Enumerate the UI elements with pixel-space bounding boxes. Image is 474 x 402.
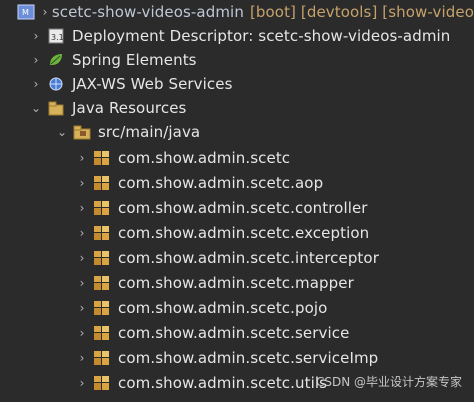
package-label: com.show.admin.scetc.exception bbox=[118, 224, 370, 242]
package-item[interactable]: › com.show.admin.scetc.aop bbox=[0, 171, 474, 195]
package-icon bbox=[92, 299, 112, 317]
package-label: com.show.admin.scetc.service bbox=[118, 324, 350, 342]
expand-toggle[interactable]: ⌄ bbox=[56, 125, 68, 139]
svg-text:3.1: 3.1 bbox=[51, 33, 64, 42]
package-icon bbox=[92, 199, 112, 217]
package-icon bbox=[92, 224, 112, 242]
collapse-toggle[interactable]: › bbox=[76, 276, 88, 290]
expand-toggle[interactable]: › bbox=[42, 5, 48, 19]
package-item[interactable]: › com.show.admin.scetc bbox=[0, 146, 474, 170]
deployment-descriptor-icon: 3.1 bbox=[46, 27, 66, 45]
tree-label: JAX-WS Web Services bbox=[72, 75, 233, 93]
collapse-toggle[interactable]: › bbox=[76, 326, 88, 340]
package-label: com.show.admin.scetc bbox=[118, 149, 291, 167]
tree-label: Spring Elements bbox=[72, 51, 197, 69]
package-icon bbox=[92, 249, 112, 267]
collapse-toggle[interactable]: › bbox=[76, 351, 88, 365]
tree-item-deployment-descriptor[interactable]: › 3.1 Deployment Descriptor: scetc-show-… bbox=[0, 24, 474, 48]
package-icon bbox=[92, 149, 112, 167]
package-icon bbox=[92, 274, 112, 292]
package-label: com.show.admin.scetc.controller bbox=[118, 199, 368, 217]
package-label: com.show.admin.scetc.mapper bbox=[118, 274, 354, 292]
expand-toggle[interactable]: ⌄ bbox=[30, 101, 42, 115]
project-explorer-tree: M › scetc-show-videos-admin [boot] [devt… bbox=[0, 0, 474, 402]
tree-item-project[interactable]: M › scetc-show-videos-admin [boot] [devt… bbox=[0, 0, 474, 24]
svg-text:M: M bbox=[22, 8, 29, 17]
package-icon bbox=[92, 174, 112, 192]
package-item[interactable]: › com.show.admin.scetc.serviceImp bbox=[0, 346, 474, 370]
project-name: scetc-show-videos-admin bbox=[51, 3, 244, 21]
collapse-toggle[interactable]: › bbox=[76, 226, 88, 240]
collapse-toggle[interactable]: › bbox=[30, 29, 42, 43]
web-services-icon bbox=[46, 75, 66, 93]
package-label: com.show.admin.scetc.pojo bbox=[118, 299, 328, 317]
spring-leaf-icon bbox=[46, 51, 66, 69]
collapse-toggle[interactable]: › bbox=[76, 376, 88, 390]
package-item[interactable]: › com.show.admin.scetc.pojo bbox=[0, 296, 474, 320]
package-item[interactable]: › com.show.admin.scetc.service bbox=[0, 321, 474, 345]
project-icon: M bbox=[16, 3, 36, 21]
tree-label: Java Resources bbox=[72, 99, 187, 117]
tree-item-java-resources[interactable]: ⌄ Java Resources bbox=[0, 96, 474, 120]
project-decorations: [boot] [devtools] [show-video bbox=[249, 3, 474, 21]
source-folder-icon bbox=[72, 123, 92, 141]
package-item[interactable]: › com.show.admin.scetc.interceptor bbox=[0, 246, 474, 270]
collapse-toggle[interactable]: › bbox=[30, 53, 42, 67]
package-icon bbox=[92, 349, 112, 367]
collapse-toggle[interactable]: › bbox=[30, 77, 42, 91]
watermark: CSDN @毕业设计方案专家 bbox=[315, 375, 462, 389]
package-label: com.show.admin.scetc.utils bbox=[118, 374, 328, 392]
package-label: com.show.admin.scetc.aop bbox=[118, 174, 324, 192]
package-icon bbox=[92, 324, 112, 342]
package-item[interactable]: › com.show.admin.scetc.exception bbox=[0, 221, 474, 245]
collapse-toggle[interactable]: › bbox=[76, 251, 88, 265]
java-resources-icon bbox=[46, 99, 66, 117]
package-item[interactable]: › com.show.admin.scetc.controller bbox=[0, 196, 474, 220]
package-label: com.show.admin.scetc.interceptor bbox=[118, 249, 379, 267]
tree-label: Deployment Descriptor: scetc-show-videos… bbox=[72, 27, 451, 45]
tree-item-src-main-java[interactable]: ⌄ src/main/java bbox=[0, 120, 474, 144]
collapse-toggle[interactable]: › bbox=[76, 176, 88, 190]
package-icon bbox=[92, 374, 112, 392]
package-item[interactable]: › com.show.admin.scetc.mapper bbox=[0, 271, 474, 295]
package-label: com.show.admin.scetc.serviceImp bbox=[118, 349, 379, 367]
collapse-toggle[interactable]: › bbox=[76, 201, 88, 215]
collapse-toggle[interactable]: › bbox=[76, 151, 88, 165]
tree-item-jaxws[interactable]: › JAX-WS Web Services bbox=[0, 72, 474, 96]
tree-item-spring-elements[interactable]: › Spring Elements bbox=[0, 48, 474, 72]
tree-label: src/main/java bbox=[98, 123, 201, 141]
collapse-toggle[interactable]: › bbox=[76, 301, 88, 315]
